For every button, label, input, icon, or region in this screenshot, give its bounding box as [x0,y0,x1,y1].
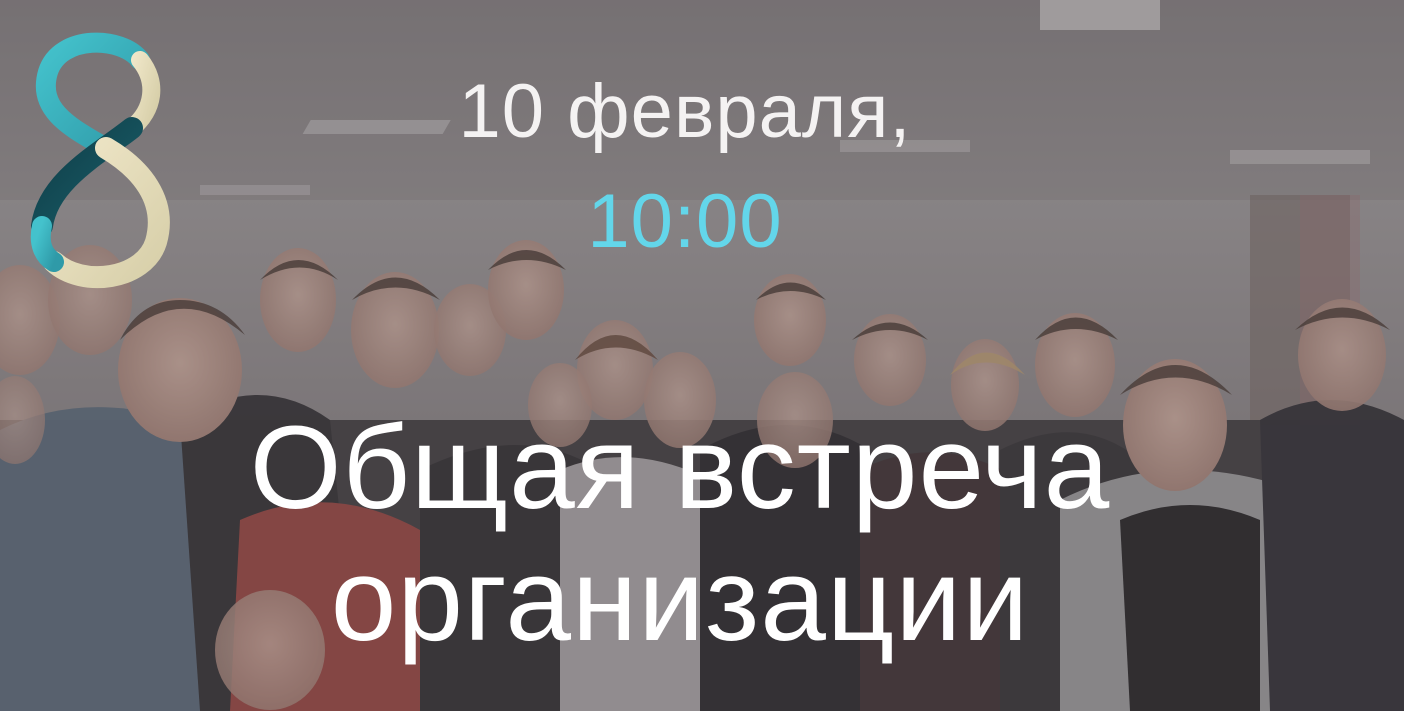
event-title-line-2: организации [330,534,1030,666]
event-title-line-1: Общая встреча [249,402,1111,534]
event-date: 10 февраля, [458,69,912,154]
event-poster: 10 февраля, 10:00 Общая встреча организа… [0,0,1404,711]
event-time: 10:00 [587,179,783,264]
event-title: Общая встреча организации [0,402,1360,666]
